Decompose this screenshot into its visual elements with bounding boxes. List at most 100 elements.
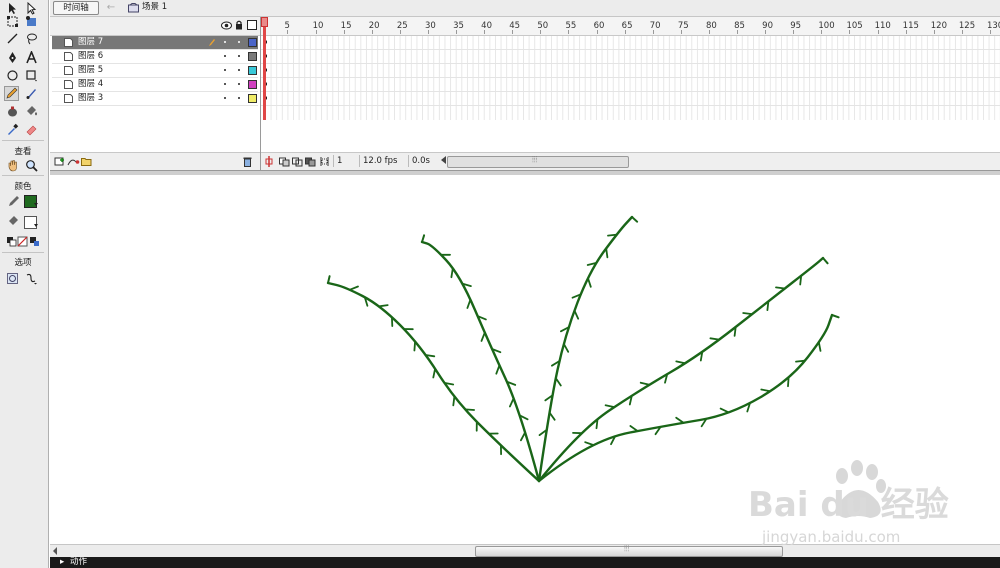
object-drawing-icon[interactable] <box>5 271 20 286</box>
ruler-tick <box>652 30 654 34</box>
back-arrow-icon[interactable]: ← <box>104 0 118 15</box>
onion-skin-icon[interactable] <box>279 156 290 167</box>
center-frame-icon[interactable] <box>265 156 273 167</box>
ruler-frame-number: 20 <box>368 21 380 31</box>
modify-markers-icon[interactable] <box>319 156 330 167</box>
ruler-frame-number: 60 <box>593 21 605 31</box>
gradient-transform-tool-icon[interactable] <box>24 14 39 29</box>
text-tool-icon[interactable] <box>24 50 39 65</box>
ruler-tick <box>596 30 598 34</box>
ruler-frame-number: 65 <box>621 21 633 31</box>
add-layer-icon[interactable] <box>54 157 65 166</box>
stroke-color-swatch[interactable] <box>24 195 37 208</box>
swap-colors-icon[interactable] <box>27 234 42 249</box>
pen-tool-icon[interactable] <box>5 50 20 65</box>
leaf-stroke <box>817 341 822 352</box>
ruler-tick <box>961 30 963 34</box>
add-motion-guide-icon[interactable] <box>67 157 80 166</box>
layer-row[interactable]: 图层 6 <box>52 50 258 64</box>
brush-tool-icon[interactable] <box>24 86 39 101</box>
pencil-mode-icon[interactable] <box>24 271 39 286</box>
lock-icon[interactable] <box>235 20 243 30</box>
layer-row[interactable]: 图层 5 <box>52 64 258 78</box>
outline-toggle-icon[interactable] <box>247 20 257 30</box>
eyedropper-tool-icon[interactable] <box>5 122 20 137</box>
playhead[interactable] <box>263 17 266 120</box>
layer-row[interactable]: 图层 7 <box>52 36 258 50</box>
leaf-stroke <box>607 233 618 237</box>
visibility-dot[interactable] <box>224 41 226 43</box>
leaf-stroke <box>675 360 686 365</box>
timeline-title-bar: 时间轴 ← 场景 1 <box>50 0 1000 17</box>
frame-ruler[interactable]: 5 10 15 20 25 30 35 40 45 50 55 60 65 70 75 80 85 90 95 100… <box>261 17 1000 36</box>
hand-tool-icon[interactable] <box>5 158 20 173</box>
visibility-dot[interactable] <box>224 55 226 57</box>
layer-row[interactable]: 图层 4 <box>52 78 258 92</box>
visibility-dot[interactable] <box>224 97 226 99</box>
outline-color-swatch[interactable] <box>248 38 257 47</box>
stage-scroll-left-icon[interactable] <box>53 547 57 555</box>
scroll-left-arrow-icon[interactable] <box>441 156 446 164</box>
timeline-scroll-thumb[interactable]: ⦙⦙⦙ <box>447 155 629 168</box>
free-transform-tool-icon[interactable] <box>5 14 20 29</box>
frame-rate-field[interactable]: 12.0 fps <box>359 155 400 167</box>
layer-row[interactable]: 图层 3 <box>52 92 258 106</box>
edit-multiple-frames-icon[interactable] <box>305 156 316 167</box>
layer-name: 图层 5 <box>78 65 104 75</box>
scene-breadcrumb[interactable]: 场景 1 <box>128 1 167 14</box>
timeline-tab[interactable]: 时间轴 <box>53 1 99 15</box>
line-tool-icon[interactable] <box>5 31 20 46</box>
insert-layer-folder-icon[interactable] <box>81 157 92 166</box>
ruler-frame-number: 130 <box>986 21 1000 31</box>
lasso-tool-icon[interactable] <box>24 31 39 46</box>
rectangle-tool-icon[interactable] <box>24 68 39 83</box>
fill-color-swatch[interactable] <box>24 216 37 229</box>
eye-icon[interactable] <box>221 21 232 30</box>
outline-color-swatch[interactable] <box>248 66 257 75</box>
ruler-frame-number: 45 <box>509 21 521 31</box>
current-frame-field[interactable]: 1 <box>333 155 360 167</box>
branch-tip-stroke <box>831 314 840 319</box>
zoom-tool-icon[interactable] <box>24 158 39 173</box>
lock-dot[interactable] <box>238 97 240 99</box>
leaf-stroke <box>450 267 454 279</box>
lock-dot[interactable] <box>238 41 240 43</box>
stage-scroll-thumb[interactable]: ⦙⦙⦙ <box>475 544 783 557</box>
lock-dot[interactable] <box>238 69 240 71</box>
ruler-frame-number: 35 <box>453 21 464 31</box>
leaf-stroke <box>584 441 595 446</box>
outline-color-swatch[interactable] <box>248 94 257 103</box>
outline-color-swatch[interactable] <box>248 52 257 61</box>
ruler-tick <box>512 30 514 34</box>
lock-dot[interactable] <box>238 55 240 57</box>
layers-panel: 图层 7 图层 6 图层 5 图层 4 图层 3 <box>50 17 261 170</box>
pencil-tool-icon[interactable] <box>4 86 19 101</box>
outline-color-swatch[interactable] <box>248 80 257 89</box>
ruler-frame-number: 95 <box>790 21 802 31</box>
stroke-color-dropdown-icon[interactable] <box>34 203 38 206</box>
leaf-stroke <box>709 337 721 341</box>
layer-name: 图层 7 <box>78 37 104 47</box>
visibility-dot[interactable] <box>224 69 226 71</box>
ink-bottle-tool-icon[interactable] <box>5 104 20 119</box>
ruler-tick <box>315 30 317 34</box>
leaf-stroke <box>563 343 570 353</box>
layer-icon <box>64 52 73 61</box>
paint-bucket-tool-icon[interactable] <box>24 104 39 119</box>
layer-icon <box>64 38 73 47</box>
actions-panel-bar[interactable]: ▸ 动作 <box>50 557 1000 568</box>
oval-tool-icon[interactable] <box>5 68 20 83</box>
fill-color-dropdown-icon[interactable] <box>34 224 38 227</box>
lock-dot[interactable] <box>238 83 240 85</box>
scene-label: 场景 1 <box>142 2 168 12</box>
delete-layer-icon[interactable] <box>243 156 252 167</box>
visibility-dot[interactable] <box>224 83 226 85</box>
leaf-stroke <box>775 286 786 290</box>
ruler-tick <box>540 30 542 34</box>
onion-skin-outlines-icon[interactable] <box>292 156 303 167</box>
leaf-stroke <box>760 388 771 393</box>
options-section-label: 选项 <box>14 258 32 268</box>
eraser-tool-icon[interactable] <box>24 122 39 137</box>
leaf-stroke <box>432 367 436 379</box>
playhead-handle[interactable] <box>261 17 268 27</box>
